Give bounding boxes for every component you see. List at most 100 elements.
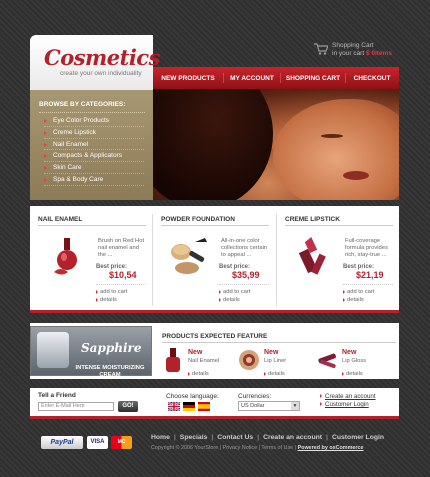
footer-nav: Home | Specials | Contact Us | Create an accou… — [151, 434, 385, 441]
promo-name: Sapphire — [81, 341, 142, 355]
nav-new-products[interactable]: NEW PRODUCTS — [153, 75, 223, 82]
category-sidebar: BROWSE BY CATEGORIES: Eye Color Products… — [30, 90, 153, 200]
nav-shopping-cart[interactable]: SHOPPING CART — [281, 75, 345, 82]
featured-products: NAIL ENAMEL Brush on Red Hot nail enamel… — [30, 206, 399, 313]
product-card: CREME LIPSTICK Full-coverage formula pro… — [277, 206, 400, 313]
promo-subtitle: INTENSE MOISTURIZING CREAM — [75, 365, 145, 378]
nav-checkout[interactable]: CHECKOUT — [346, 75, 398, 82]
currency-select[interactable]: US Dollar ▼ — [238, 401, 300, 411]
currency-label: Currencies: — [238, 393, 272, 400]
sidebar-divider — [39, 112, 145, 113]
product-price: $21,19 — [356, 270, 384, 280]
sidebar-item-skin-care[interactable]: Skin Care — [44, 162, 144, 174]
chevron-down-icon: ▼ — [291, 402, 299, 410]
expected-item: New Lip Gloss details — [316, 346, 396, 378]
product-description: All-in-one color collections certain to … — [221, 238, 268, 258]
price-divider — [96, 284, 146, 285]
footer-link-create-account[interactable]: Create an account — [263, 434, 322, 441]
nail-enamel-image[interactable] — [42, 234, 90, 278]
hero-hair — [153, 89, 273, 200]
lip-gloss-thumb[interactable] — [316, 346, 338, 374]
sidebar-item-spa-body[interactable]: Spa & Body Care — [44, 174, 144, 186]
brand-name: Cosmetics — [44, 45, 160, 70]
customer-login-link[interactable]: Customer Login — [320, 401, 369, 408]
germany-flag-icon[interactable] — [183, 402, 195, 411]
expected-divider — [162, 342, 396, 343]
details-link[interactable]: details — [219, 297, 240, 303]
expected-item: New Lip Liner details — [238, 346, 318, 378]
lip-liner-thumb[interactable] — [238, 346, 260, 374]
product-price: $10,54 — [109, 270, 137, 280]
expected-name: Lip Liner — [264, 358, 287, 364]
hero-face — [273, 99, 399, 200]
copyright-line: Copyright © 2006 YourStore | Privacy Not… — [151, 445, 364, 451]
product-title[interactable]: NAIL ENAMEL — [38, 216, 82, 223]
create-account-link[interactable]: Create an account — [320, 393, 376, 400]
expected-heading: PRODUCTS EXPECTED FEATURE — [162, 333, 268, 340]
expected-item: New Nail Enamel details — [162, 346, 242, 378]
sidebar-item-creme-lipstick[interactable]: Creme Lipstick — [44, 127, 144, 139]
footer-link-home[interactable]: Home — [151, 434, 170, 441]
powder-foundation-image[interactable] — [165, 234, 213, 278]
hero-banner — [153, 89, 399, 200]
details-link[interactable]: details — [343, 297, 364, 303]
add-to-cart-link[interactable]: add to cart — [219, 289, 250, 295]
expected-name: Nail Enamel — [188, 358, 220, 364]
details-link[interactable]: details — [188, 371, 209, 377]
add-to-cart-link[interactable]: add to cart — [96, 289, 127, 295]
cream-jar-image — [37, 332, 69, 368]
mastercard-badge: MC — [111, 436, 132, 449]
nav-my-account[interactable]: MY ACCOUNT — [224, 75, 280, 82]
shopping-cart-widget[interactable]: Shopping Cart in your cart $ 0items — [314, 42, 404, 62]
logo[interactable]: Cosmetics create your own individuality — [30, 35, 160, 90]
cart-status: in your cart $ 0items — [332, 50, 392, 57]
terms-link[interactable]: Terms of Use — [261, 445, 293, 451]
tell-friend-label: Tell a Friend — [38, 392, 76, 399]
category-list: Eye Color Products Creme Lipstick Nail E… — [44, 115, 144, 186]
creme-lipstick-image[interactable] — [289, 234, 337, 278]
currency-value: US Dollar — [241, 403, 265, 409]
product-card: NAIL ENAMEL Brush on Red Hot nail enamel… — [30, 206, 153, 313]
title-underline — [285, 225, 393, 226]
product-price: $35,99 — [232, 270, 260, 280]
price-divider — [219, 284, 269, 285]
details-link[interactable]: details — [342, 371, 363, 377]
nail-enamel-thumb[interactable] — [162, 346, 184, 374]
copyright-text: Copyright © 2006 YourStore — [151, 445, 219, 451]
expected-name: Lip Gloss — [342, 358, 367, 364]
product-title[interactable]: POWDER FOUNDATION — [161, 216, 235, 223]
product-description: Full-coverage formula provides rich, sta… — [345, 238, 388, 258]
powered-by-link[interactable]: Powered by osCommerce — [298, 445, 364, 451]
uk-flag-icon[interactable] — [168, 402, 180, 411]
footer-link-contact[interactable]: Contact Us — [217, 434, 253, 441]
brand-tagline: create your own individuality — [60, 70, 142, 77]
footer-link-specials[interactable]: Specials — [180, 434, 208, 441]
sidebar-item-eye-color[interactable]: Eye Color Products — [44, 115, 144, 127]
title-underline — [38, 225, 146, 226]
title-underline — [161, 225, 269, 226]
cart-title: Shopping Cart — [332, 42, 374, 49]
sidebar-item-nail-enamel[interactable]: Nail Enamel — [44, 139, 144, 151]
email-field[interactable]: Enter E-Mail Here — [38, 402, 114, 411]
product-card: POWDER FOUNDATION All-in-one color colle… — [153, 206, 276, 313]
spain-flag-icon[interactable] — [198, 402, 210, 411]
hero-eye — [321, 134, 343, 138]
sapphire-promo[interactable]: Sapphire INTENSE MOISTURIZING CREAM — [30, 326, 152, 378]
cart-icon — [314, 43, 328, 55]
privacy-link[interactable]: Privacy Notice — [223, 445, 257, 451]
sidebar-heading: BROWSE BY CATEGORIES: — [39, 101, 126, 108]
add-to-cart-link[interactable]: add to cart — [343, 289, 374, 295]
product-title[interactable]: CREME LIPSTICK — [285, 216, 340, 223]
footer-link-login[interactable]: Customer Login — [332, 434, 384, 441]
main-nav: NEW PRODUCTS MY ACCOUNT SHOPPING CART CH… — [153, 67, 399, 89]
sidebar-item-compacts[interactable]: Compacts & Applicators — [44, 150, 144, 163]
details-link[interactable]: details — [96, 297, 117, 303]
go-button[interactable]: GO! — [118, 401, 138, 412]
new-badge: New — [188, 349, 203, 356]
new-badge: New — [342, 349, 357, 356]
hero-lips — [343, 171, 369, 180]
price-divider — [343, 284, 393, 285]
language-label: Choose language: — [166, 393, 219, 400]
paypal-badge: PayPal — [41, 436, 83, 449]
details-link[interactable]: details — [264, 371, 285, 377]
